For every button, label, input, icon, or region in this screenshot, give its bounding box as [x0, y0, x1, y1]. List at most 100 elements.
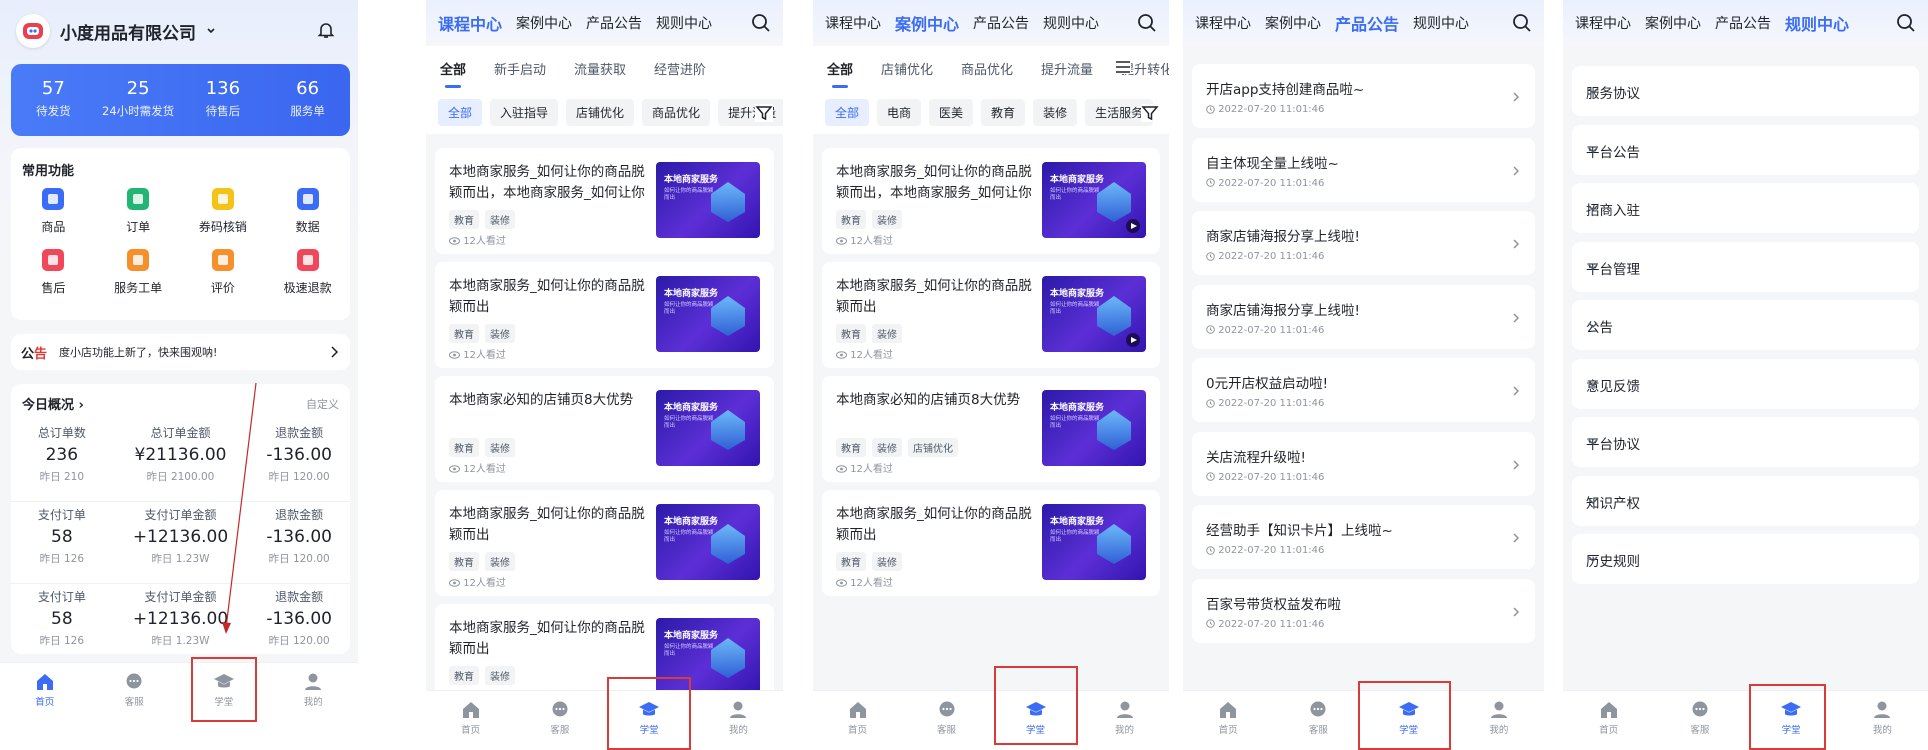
tab-academy[interactable]: 学堂	[605, 691, 694, 750]
rule-item[interactable]: 历史规则	[1572, 534, 1919, 584]
article-card[interactable]: 本地商家服务_如何让你的商品脱颖而出 教育装修 12人看过 本地商家服务如何让你…	[435, 262, 774, 368]
nav-product-notice[interactable]: 产品公告	[586, 13, 642, 33]
notice-item[interactable]: 关店流程升级啦! 2022-07-20 11:01:46	[1192, 431, 1535, 496]
tab-academy[interactable]: 学堂	[1746, 691, 1837, 750]
chevron-down-icon	[1588, 380, 1598, 387]
notice-item[interactable]: 商家店铺海报分享上线啦! 2022-07-20 11:01:46	[1192, 211, 1535, 275]
article-tags: 教育 装修	[836, 210, 902, 229]
notice-item[interactable]: 开店app支持创建商品啦~ 2022-07-20 11:01:46	[1192, 64, 1535, 128]
filter-chip[interactable]: 提升流量	[718, 98, 783, 126]
notice-item[interactable]: 自主体现全量上线啦~ 2022-07-20 11:01:46	[1192, 137, 1535, 202]
rule-item[interactable]: 服务协议	[1572, 66, 1919, 116]
nav-case-center[interactable]: 案例中心	[1645, 13, 1701, 33]
rule-item[interactable]: 招商入驻	[1572, 183, 1919, 233]
filter-chip[interactable]: 全部	[825, 98, 870, 126]
tab-service[interactable]: 客服	[515, 691, 604, 750]
notice-title: 经营助手【知识卡片】上线啦~	[1206, 523, 1393, 539]
category-tab[interactable]: 提升流量	[1041, 59, 1093, 78]
category-tab[interactable]: 全部	[827, 59, 853, 88]
nav-course-center[interactable]: 课程中心	[438, 11, 502, 35]
article-title: 本地商家服务_如何让你的商品脱颖而出	[836, 506, 1032, 543]
article-card[interactable]: 本地商家服务_如何让你的商品脱颖而出，本地商家服务_如何让你的商品脱颖而出 教育…	[435, 148, 774, 254]
article-card[interactable]: 本地商家必知的店铺页8大优势 教育 装修 12人看过 本地商家服务 如何让你的商品脱…	[435, 376, 774, 482]
nav-product-notice[interactable]: 产品公告	[1715, 13, 1771, 33]
nav-case-center[interactable]: 案例中心	[1265, 13, 1321, 33]
nav-rule-center[interactable]: 规则中心	[1413, 13, 1469, 33]
search-icon[interactable]	[1896, 13, 1916, 33]
filter-icon[interactable]	[1141, 104, 1159, 122]
category-tab[interactable]: 商品优化	[961, 59, 1013, 78]
article-card[interactable]: 本地商家服务_如何让你的商品脱颖而出 教育装修 12人看过 本地商家服务如何让你…	[435, 490, 774, 596]
nav-case-center[interactable]: 案例中心	[895, 11, 959, 35]
rule-item[interactable]: 公告	[1572, 300, 1919, 350]
notice-item[interactable]: 经营助手【知识卡片】上线啦~ 2022-07-20 11:01:46	[1192, 505, 1535, 569]
chevron-right-icon	[1513, 165, 1520, 176]
rule-item[interactable]: 平台管理	[1572, 241, 1919, 292]
tab-home[interactable]: 首页	[426, 691, 515, 750]
filter-chip[interactable]: 商品优化	[642, 98, 711, 126]
rule-item[interactable]: 平台协议	[1572, 417, 1919, 467]
notice-item[interactable]: 商家店铺海报分享上线啦! 2022-07-20 11:01:46	[1192, 284, 1535, 349]
clock-icon	[1206, 251, 1215, 261]
rule-item[interactable]: 知识产权	[1572, 475, 1919, 526]
filter-chip[interactable]: 店铺优化	[566, 98, 635, 126]
filter-chips: 全部 入驻指导 店铺优化 商品优化 提升流量	[426, 90, 783, 134]
nav-case-center[interactable]: 案例中心	[516, 13, 572, 33]
filter-chip[interactable]: 电商	[877, 98, 922, 126]
notice-item[interactable]: 百家号带货权益发布啦 2022-07-20 11:01:46	[1192, 578, 1535, 643]
top-nav: 课程中心 案例中心 产品公告 规则中心	[1563, 0, 1928, 46]
category-tab[interactable]: 新手启动	[494, 59, 546, 78]
filter-icon[interactable]	[755, 104, 773, 122]
nav-course-center[interactable]: 课程中心	[825, 13, 881, 33]
nav-rule-center[interactable]: 规则中心	[1043, 13, 1099, 33]
notice-item[interactable]: 0元开店权益启动啦! 2022-07-20 11:01:46	[1192, 358, 1535, 422]
eye-icon	[836, 465, 847, 473]
tab-academy[interactable]: 学堂	[991, 691, 1080, 750]
article-card[interactable]: 本地商家服务_如何让你的商品脱颖而出，本地商家服务_如何让你的商品脱颖而出 教育…	[822, 148, 1160, 254]
filter-chip[interactable]: 装修	[1033, 98, 1078, 126]
filter-chip[interactable]: 入驻指导	[490, 98, 559, 126]
tab-mine[interactable]: 我的	[1080, 691, 1169, 750]
nav-product-notice[interactable]: 产品公告	[1335, 11, 1399, 35]
article-title: 本地商家服务_如何让你的商品脱颖而出，本地商家服务_如何让你的商品脱颖而出	[836, 164, 1032, 201]
category-tab[interactable]: 店铺优化	[881, 59, 933, 78]
category-tab[interactable]: 流量获取	[574, 59, 626, 78]
filter-chip[interactable]: 教育	[981, 98, 1026, 126]
nav-rule-center[interactable]: 规则中心	[656, 13, 712, 33]
notice-date: 2022-07-20 11:01:46	[1206, 398, 1324, 409]
tab-home[interactable]: 首页	[1183, 691, 1273, 750]
article-card[interactable]: 本地商家必知的店铺页8大优势 教育 装修 店铺优化 12人看过 本地商家服务 如何让你…	[822, 376, 1160, 482]
rule-item[interactable]: 意见反馈	[1572, 358, 1919, 409]
tab-mine[interactable]: 我的	[694, 691, 783, 750]
tab-mine[interactable]: 我的	[1837, 691, 1928, 750]
tab-service[interactable]: 客服	[902, 691, 991, 750]
article-views: 12人看过	[449, 346, 506, 361]
article-tag: 教育	[836, 552, 866, 571]
filter-chip[interactable]: 医美	[929, 98, 974, 126]
nav-product-notice[interactable]: 产品公告	[973, 13, 1029, 33]
notice-title: 自主体现全量上线啦~	[1206, 155, 1339, 172]
article-tag: 装修	[485, 666, 515, 685]
article-card[interactable]: 本地商家服务_如何让你的商品脱颖而出 教育装修 12人看过 本地商家服务如何让你…	[822, 490, 1160, 596]
search-icon[interactable]	[1512, 13, 1532, 33]
chevron-down-icon	[1588, 205, 1598, 212]
filter-chip[interactable]: 全部	[438, 98, 483, 126]
rule-item[interactable]: 平台公告	[1572, 124, 1919, 175]
tab-service[interactable]: 客服	[1654, 691, 1745, 750]
tab-home[interactable]: 首页	[1563, 691, 1654, 750]
nav-course-center[interactable]: 课程中心	[1575, 13, 1631, 33]
article-tag: 装修	[485, 552, 515, 571]
tab-academy[interactable]: 学堂	[1364, 691, 1454, 750]
home-icon	[1600, 702, 1617, 718]
tab-service[interactable]: 客服	[1273, 691, 1363, 750]
search-icon[interactable]	[1137, 13, 1157, 33]
nav-course-center[interactable]: 课程中心	[1195, 13, 1251, 33]
nav-rule-center[interactable]: 规则中心	[1785, 11, 1849, 35]
search-icon[interactable]	[751, 13, 771, 33]
tab-mine[interactable]: 我的	[1454, 691, 1544, 750]
tab-home[interactable]: 首页	[813, 691, 902, 750]
menu-icon[interactable]	[1115, 60, 1131, 74]
category-tab[interactable]: 全部	[440, 59, 466, 88]
category-tab[interactable]: 经营进阶	[654, 59, 706, 78]
article-card[interactable]: 本地商家服务_如何让你的商品脱颖而出 教育装修 12人看过 本地商家服务如何让你…	[822, 262, 1160, 368]
